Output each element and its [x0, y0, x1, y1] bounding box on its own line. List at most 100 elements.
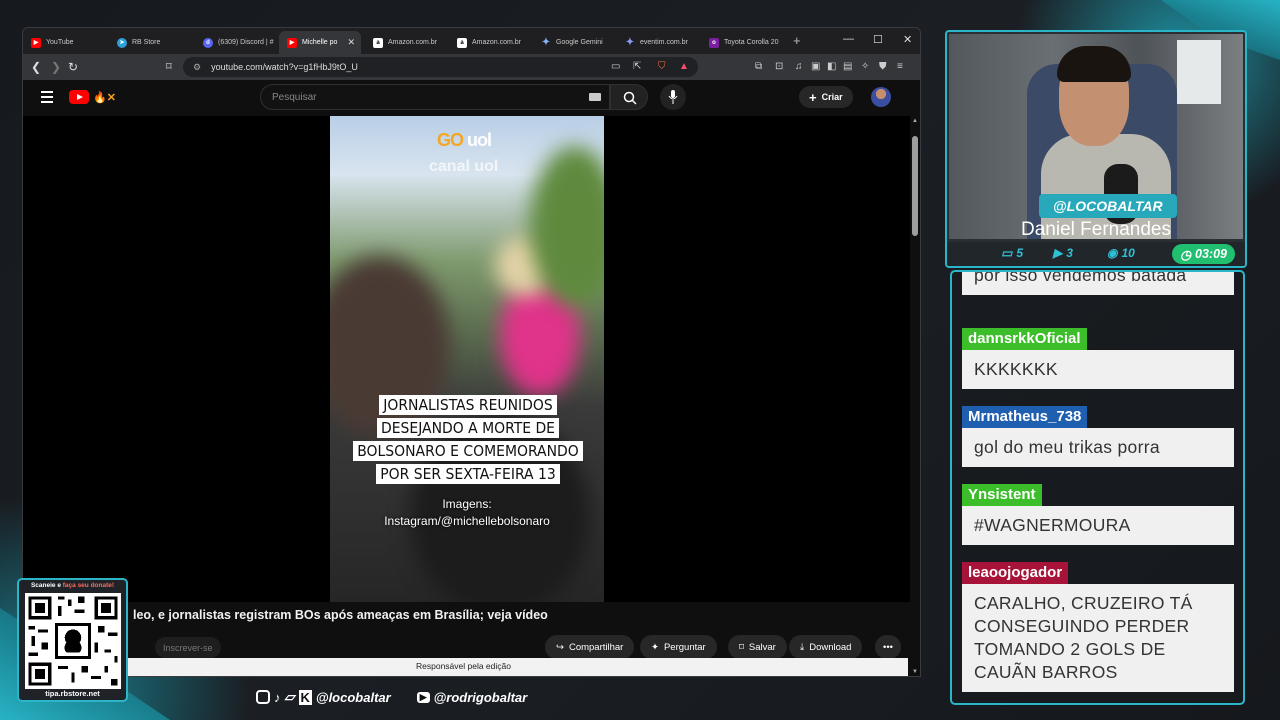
share-button[interactable]: ↪ Compartilhar	[545, 635, 635, 659]
tab-amazon-1[interactable]: a Amazon.com.br	[365, 31, 449, 54]
download-label: Download	[809, 641, 852, 653]
chat-message-text: por isso vendemos batada	[962, 272, 1234, 295]
tiktok-icon: ♪	[274, 689, 281, 705]
bookmark-icon[interactable]: ⌑	[166, 60, 172, 73]
create-button[interactable]: + Criar	[799, 86, 853, 108]
tab-amazon-2[interactable]: a Amazon.com.br	[449, 31, 533, 54]
tab-toyota[interactable]: o Toyota Corolla 20	[701, 31, 787, 54]
tab-label: (6309) Discord | #	[218, 39, 274, 46]
donate-qr-panel: Scaneie e faça seu donate! tipa.rbstore.…	[17, 578, 128, 702]
forward-icon[interactable]: ❯	[51, 60, 61, 74]
extensions-icon[interactable]: ⧉	[755, 61, 762, 72]
search-button[interactable]	[610, 84, 648, 110]
wallet-icon[interactable]: ▤	[843, 61, 852, 72]
page-scrollbar[interactable]: ▲ ▼	[910, 116, 920, 676]
search-icon	[623, 91, 637, 105]
goluol-logo: GO uol	[437, 130, 492, 151]
download-button[interactable]: ⤓ Download	[789, 635, 863, 659]
youtube-icon: ▶	[416, 691, 430, 703]
tab-rbstore[interactable]: ➤ RB Store	[109, 31, 193, 54]
description-box[interactable]: Responsável pela edição	[23, 658, 908, 676]
gemini-icon: ✦	[541, 37, 551, 48]
back-icon[interactable]: ❮	[31, 60, 41, 74]
more-icon: •••	[883, 641, 893, 653]
close-tab-icon[interactable]: ✕	[347, 37, 355, 48]
image-icon[interactable]: ▣	[811, 61, 820, 72]
search-input[interactable]: Pesquisar	[260, 84, 610, 110]
chat-bubble-icon: ▭	[1001, 246, 1013, 260]
music-icon[interactable]: ♫	[795, 61, 803, 72]
plus-icon: +	[809, 89, 817, 105]
avatar[interactable]	[871, 87, 891, 107]
search-placeholder: Pesquisar	[272, 92, 317, 103]
video-player[interactable]: GO uol canal uol JORNALISTAS REUNIDOS DE…	[23, 116, 910, 602]
youtube-icon: ▶	[287, 37, 297, 48]
chat-message: por isso vendemos batada	[962, 272, 1234, 295]
viewer-count-value: 10	[1121, 246, 1135, 260]
tab-michelle[interactable]: ▶ Michelle po ✕	[279, 31, 361, 54]
chat-panel: por isso vendemos batada dannsrkkOficial…	[950, 270, 1245, 705]
sidebar-icon[interactable]: ◧	[827, 61, 836, 72]
site-info-icon[interactable]: ⚙	[193, 62, 201, 73]
menu-icon[interactable]: ≡	[897, 61, 903, 72]
video-camera-icon: ▶	[1053, 246, 1063, 260]
tab-eventim[interactable]: ✦ eventim.com.br	[617, 31, 701, 54]
tab-label: Toyota Corolla 20	[724, 39, 779, 46]
chat-message-text: CARALHO, CRUZEIRO TÁ CONSEGUINDO PERDER …	[962, 584, 1234, 692]
new-tab-button[interactable]: +	[793, 33, 801, 48]
screenshot-icon[interactable]: ⊡	[775, 61, 783, 72]
minimize-icon[interactable]: —	[843, 33, 854, 45]
tab-gemini[interactable]: ✦ Google Gemini	[533, 31, 617, 54]
qr-top-text: Scaneie e faça seu donate!	[19, 582, 126, 589]
qr-url: tipa.rbstore.net	[45, 689, 100, 698]
youtube-icon: ▶	[31, 37, 41, 48]
share-icon[interactable]: ⇱	[633, 61, 641, 72]
keyboard-icon[interactable]	[589, 93, 601, 101]
brave-rewards-icon[interactable]: ▲	[679, 61, 689, 72]
maximize-icon[interactable]: ☐	[873, 33, 883, 46]
tab-discord[interactable]: d (6309) Discord | #	[195, 31, 279, 54]
video-caption: JORNALISTAS REUNIDOS DESEJANDO A MORTE D…	[340, 394, 596, 486]
scrollbar-thumb[interactable]	[912, 136, 918, 236]
microphone-icon	[668, 90, 678, 104]
amazon-icon: a	[457, 37, 467, 48]
tab-label: YouTube	[46, 39, 74, 46]
leo-ai-icon[interactable]: ✧	[861, 61, 869, 72]
scroll-up-icon[interactable]: ▲	[912, 118, 918, 124]
more-actions-button[interactable]: •••	[875, 635, 901, 659]
close-window-icon[interactable]: ✕	[903, 33, 912, 46]
tab-youtube[interactable]: ▶ YouTube	[23, 31, 107, 54]
qr-code[interactable]	[25, 593, 121, 689]
cast-icon[interactable]: ▭	[611, 61, 620, 72]
social-handle-1: @locobaltar	[315, 689, 391, 705]
chat-message-text: #WAGNERMOURA	[962, 506, 1234, 545]
subscribe-button[interactable]: Inscrever-se	[155, 637, 221, 658]
kick-icon: K	[298, 689, 312, 705]
hamburger-menu-icon[interactable]	[41, 91, 53, 106]
video-frame[interactable]: GO uol canal uol JORNALISTAS REUNIDOS DE…	[330, 116, 604, 602]
chat-count-value: 5	[1016, 246, 1024, 260]
tab-label: Google Gemini	[556, 39, 603, 46]
chat-message: dannsrkkOficial KKKKKKK	[962, 328, 1234, 389]
webcam-frame: @LOCOBALTAR Daniel Fernandes ▭ 5 ▶ 3 ◉ 1…	[945, 30, 1247, 268]
doodle-flame-icon: 🔥✕	[93, 91, 116, 104]
scroll-down-icon[interactable]: ▼	[912, 669, 918, 675]
stream-timer: ◷ 03:09	[1172, 244, 1235, 264]
bookmark-icon: ⌑	[739, 641, 744, 653]
brave-shield-icon[interactable]: ⛉	[658, 61, 666, 72]
voice-search-button[interactable]	[660, 84, 686, 110]
download-icon: ⤓	[800, 641, 805, 653]
youtube-logo[interactable]: 🔥✕	[69, 90, 116, 104]
video-title: leo, e jornalistas registram BOs após am…	[133, 608, 548, 622]
ask-button[interactable]: ✦ Perguntar	[640, 635, 717, 659]
tab-label: Amazon.com.br	[388, 39, 438, 46]
save-label: Salvar	[748, 641, 776, 653]
reload-icon[interactable]: ↻	[68, 60, 78, 74]
save-button[interactable]: ⌑ Salvar	[728, 635, 787, 659]
chat-username: Mrmatheus_738	[962, 406, 1088, 428]
stream-stats: ▭ 5 ▶ 3 ◉ 10 ◷ 03:09	[947, 242, 1245, 266]
clock-icon: ◷	[1180, 247, 1192, 262]
vpn-icon[interactable]: ⛊	[879, 61, 887, 72]
url-field[interactable]: ⚙ youtube.com/watch?v=g1fHbJ9tO_U	[183, 57, 698, 77]
share-icon: ↪	[556, 641, 564, 653]
